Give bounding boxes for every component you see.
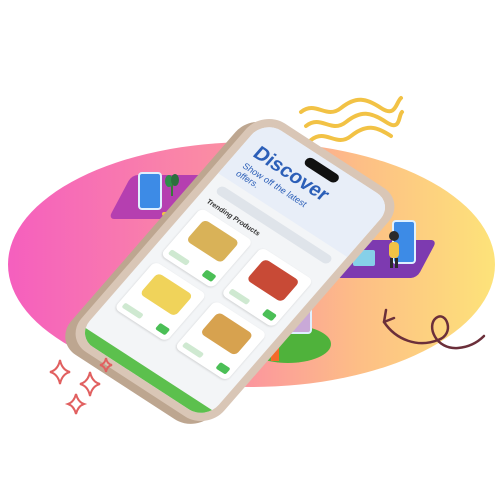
price-tag [181, 341, 205, 359]
price-tag [121, 302, 144, 320]
product-image [185, 219, 240, 264]
plant-icon [165, 174, 179, 196]
product-image [139, 272, 194, 317]
add-to-cart-button[interactable] [154, 322, 171, 336]
illustration-scene: Discover Show off the latest offers. Tre… [0, 0, 500, 500]
product-image [199, 311, 254, 356]
right-person-icon [389, 231, 399, 268]
price-tag [167, 249, 191, 266]
left-mini-phone-icon [138, 172, 162, 210]
add-to-cart-button[interactable] [201, 269, 217, 283]
add-to-cart-button[interactable] [261, 308, 278, 322]
add-to-cart-button[interactable] [215, 362, 231, 375]
loop-arrow-icon [382, 308, 486, 350]
product-image [246, 258, 301, 303]
price-tag [228, 288, 251, 305]
sparkle-icon [49, 357, 113, 415]
